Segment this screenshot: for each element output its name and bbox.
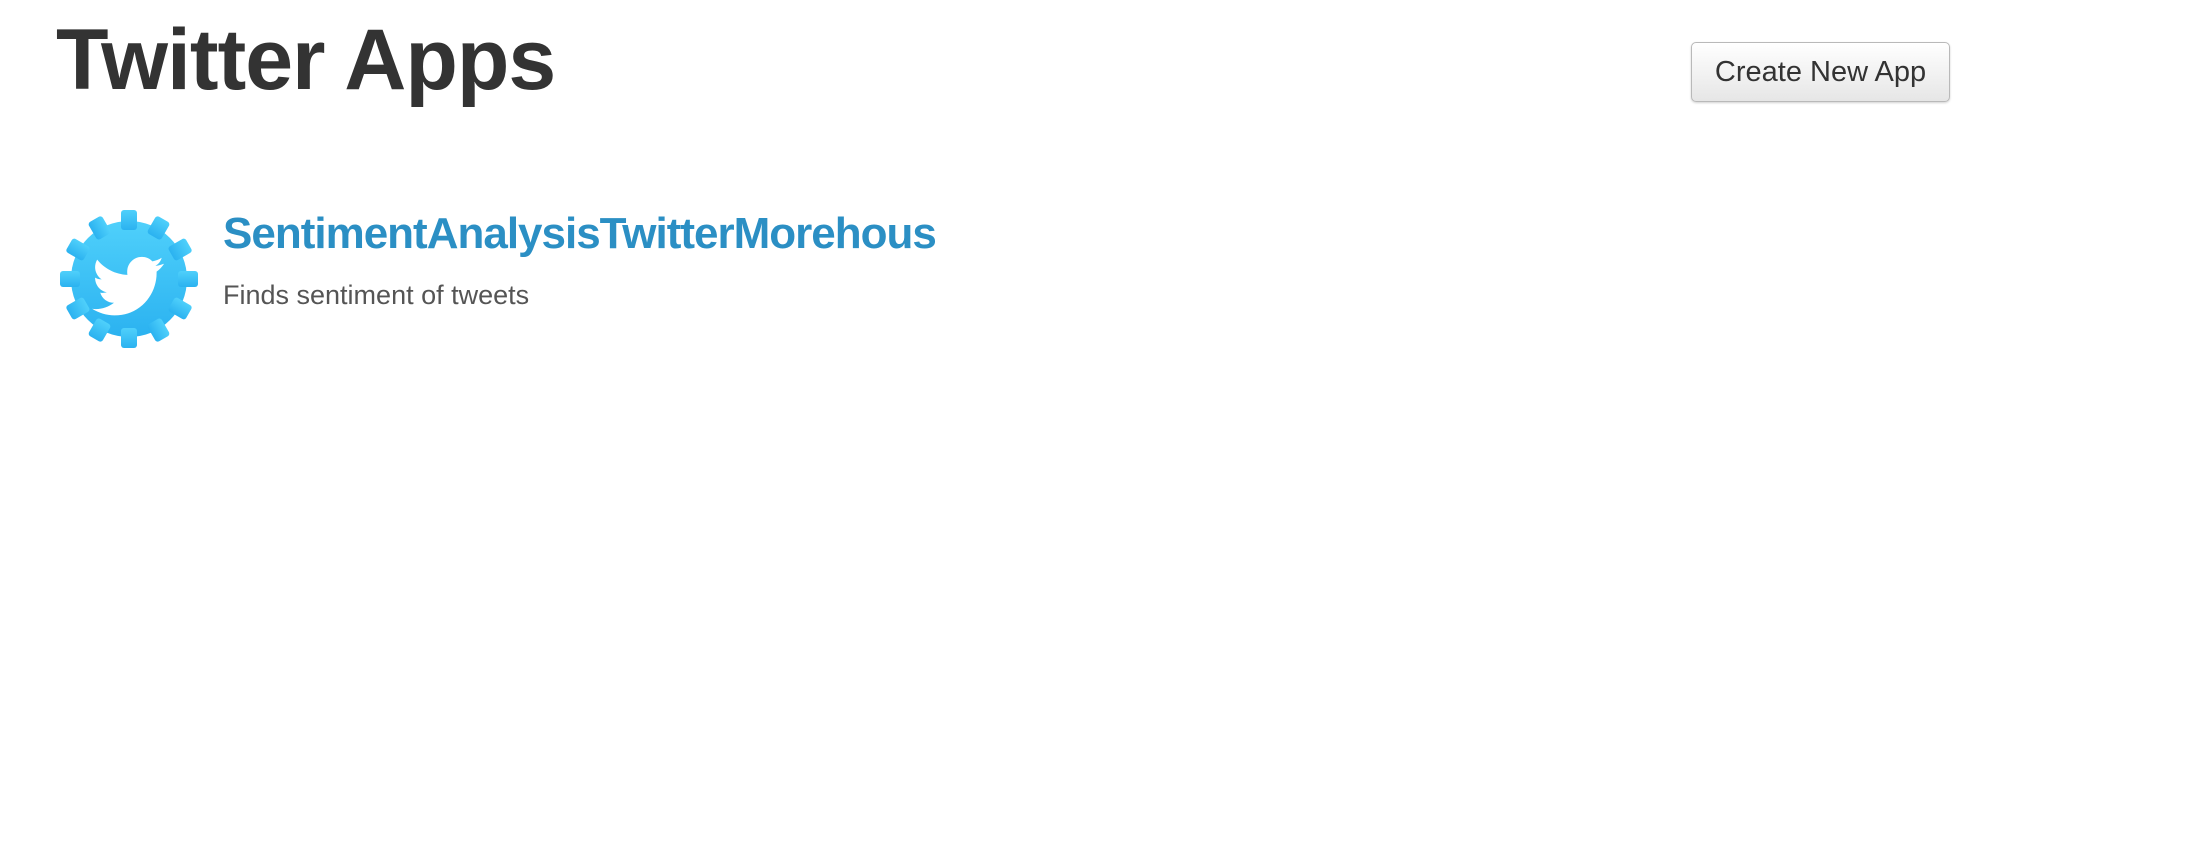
- app-list-item: SentimentAnalysisTwitterMorehous Finds s…: [60, 206, 960, 348]
- app-name-link[interactable]: SentimentAnalysisTwitterMorehous: [223, 206, 937, 262]
- page-title: Twitter Apps: [56, 12, 556, 108]
- twitter-gear-icon[interactable]: [60, 210, 198, 348]
- app-description: Finds sentiment of tweets: [223, 280, 530, 310]
- create-new-app-button[interactable]: Create New App: [1691, 42, 1950, 102]
